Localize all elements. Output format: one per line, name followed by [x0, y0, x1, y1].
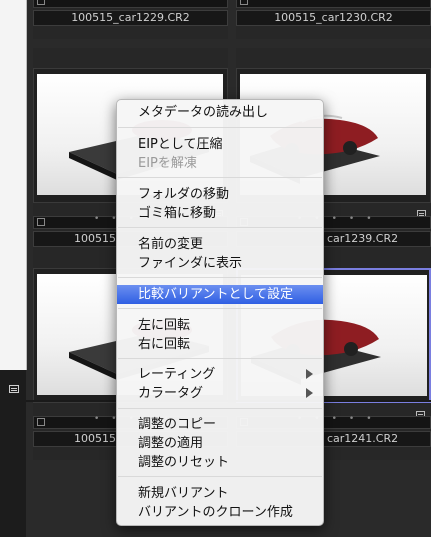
menu-item-move-to-trash[interactable]: ゴミ箱に移動 — [117, 204, 323, 223]
menu-item-show-in-finder[interactable]: ファインダに表示 — [117, 254, 323, 273]
filename-label: 100515_car1229.CR2 — [33, 10, 228, 26]
menu-item-apply-adjustments[interactable]: 調整の適用 — [117, 434, 323, 453]
menu-item-rating[interactable]: レーティング — [117, 365, 323, 384]
menu-item-compress-eip[interactable]: EIPとして圧縮 — [117, 135, 323, 154]
menu-item-rotate-right[interactable]: 右に回転 — [117, 335, 323, 354]
menu-item-rotate-left[interactable]: 左に回転 — [117, 316, 323, 335]
context-menu: メタデータの読み出し EIPとして圧縮 EIPを解凍 フォルダの移動 ゴミ箱に移… — [116, 99, 324, 526]
rating-bar[interactable]: ••••• — [33, 0, 228, 8]
menu-item-reset-adjustments[interactable]: 調整のリセット — [117, 453, 323, 472]
menu-item-color-tag-label: カラータグ — [138, 386, 204, 401]
menu-separator — [118, 308, 322, 309]
thumbnail-cell[interactable]: ••••• 100515_car1230.CR2 — [236, 0, 431, 39]
menu-separator — [118, 127, 322, 128]
menu-separator — [118, 358, 322, 359]
menu-item-move-folder[interactable]: フォルダの移動 — [117, 185, 323, 204]
left-panel — [0, 0, 27, 537]
menu-item-rating-label: レーティング — [138, 367, 216, 382]
left-panel-area — [0, 0, 27, 370]
menu-item-set-compare-variant[interactable]: 比較バリアントとして設定 — [117, 285, 323, 304]
menu-separator — [118, 277, 322, 278]
submenu-arrow-icon — [306, 388, 313, 398]
menu-item-color-tag[interactable]: カラータグ — [117, 384, 323, 403]
rating-dots[interactable]: ••••• — [297, 0, 384, 3]
select-checkbox[interactable] — [37, 0, 45, 5]
menu-item-clone-variant[interactable]: バリアントのクローン作成 — [117, 503, 323, 522]
menu-separator — [118, 177, 322, 178]
select-checkbox[interactable] — [240, 0, 248, 5]
select-checkbox[interactable] — [37, 418, 45, 426]
filename-label: 100515_car1230.CR2 — [236, 10, 431, 26]
thumbnail-cell[interactable]: ••••• 100515_car1229.CR2 — [33, 0, 228, 39]
menu-item-read-metadata[interactable]: メタデータの読み出し — [117, 103, 323, 122]
rating-dots[interactable]: ••••• — [94, 0, 181, 3]
menu-item-new-variant[interactable]: 新規バリアント — [117, 484, 323, 503]
menu-separator — [118, 227, 322, 228]
menu-item-rename[interactable]: 名前の変更 — [117, 235, 323, 254]
submenu-arrow-icon — [306, 369, 313, 379]
menu-separator — [118, 408, 322, 409]
metadata-icon[interactable] — [9, 385, 19, 393]
menu-separator — [118, 476, 322, 477]
menu-item-copy-adjustments[interactable]: 調整のコピー — [117, 415, 323, 434]
menu-item-uncompress-eip[interactable]: EIPを解凍 — [117, 154, 323, 173]
rating-bar[interactable]: ••••• — [236, 0, 431, 8]
select-checkbox[interactable] — [37, 218, 45, 226]
